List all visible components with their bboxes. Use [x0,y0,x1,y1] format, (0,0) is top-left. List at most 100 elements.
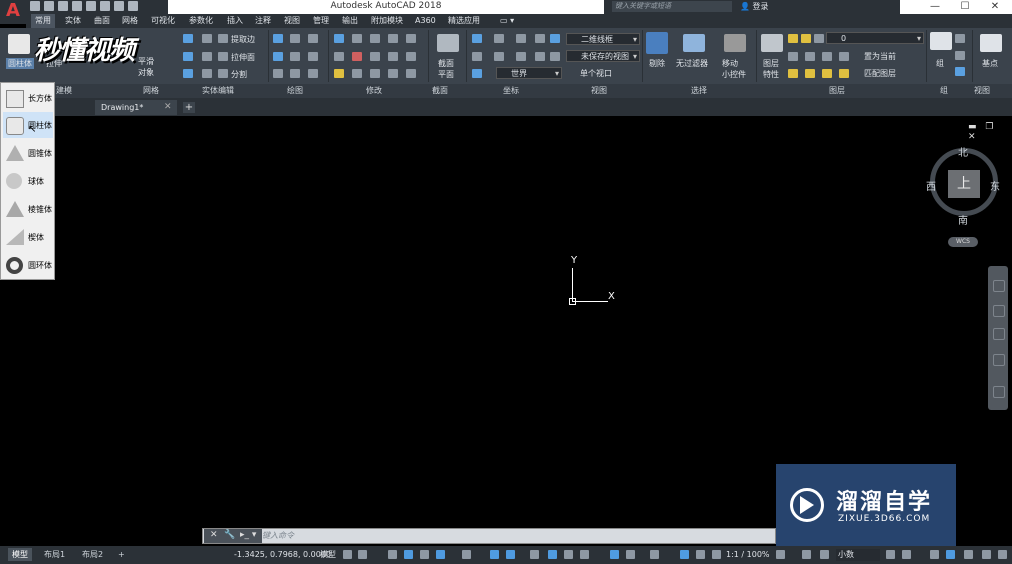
line-icon[interactable] [290,52,300,61]
steering-wheel-icon[interactable] [993,280,1005,292]
ucs-object-icon[interactable] [550,34,560,43]
panel-label-groups[interactable]: 组 [940,84,948,98]
compass-east[interactable]: 东 [990,178,1000,193]
scale-icon[interactable] [352,69,362,78]
ucs-world-icon[interactable] [550,52,560,61]
layer-combo[interactable]: 0 [826,32,924,44]
layer-walk-icon[interactable] [822,52,832,61]
ucs-view-icon[interactable] [535,34,545,43]
redo-icon[interactable] [114,1,124,11]
coordinates-readout[interactable]: -1.3425, 0.7968, 0.0000 [234,549,331,561]
status-menu-icon[interactable] [998,550,1007,559]
customize-qat-icon[interactable] [128,1,138,11]
compass-north[interactable]: 北 [958,144,968,159]
align-icon[interactable] [370,69,380,78]
object-snap-tracking-icon[interactable] [490,550,499,559]
fillet-icon[interactable] [388,34,398,43]
spline-icon[interactable] [273,52,283,61]
model-space-button[interactable]: 模型 [320,549,336,561]
isodraft-icon[interactable] [462,550,471,559]
interfere-icon[interactable] [183,69,193,78]
ucs-x-icon[interactable] [472,52,482,61]
no-filter-button[interactable]: 无过滤器 [676,58,708,69]
auto-scale-icon[interactable] [696,550,705,559]
polar-icon[interactable] [436,550,445,559]
grid-icon[interactable] [343,550,352,559]
ucs-3point-icon[interactable] [494,34,504,43]
plot-icon[interactable] [86,1,96,11]
ucs-face-icon[interactable] [516,34,526,43]
lock-ui-icon[interactable] [902,550,911,559]
culling-button[interactable]: 剔除 [649,58,665,69]
mirror-icon[interactable] [352,52,362,61]
circle-icon[interactable] [290,34,300,43]
new-icon[interactable] [30,1,40,11]
recent-commands-icon[interactable]: ▸_ ▾ [240,530,256,540]
infer-icon[interactable] [388,550,397,559]
tab-addins[interactable]: 附加模块 [371,14,403,28]
primitive-split-button[interactable]: 圆柱体 [6,58,34,69]
visual-style-combo[interactable]: 二维线框 [566,33,640,45]
zoom-icon[interactable] [993,328,1005,340]
extrude-face-button[interactable]: 拉伸面 [231,52,255,63]
add-layout-button[interactable]: + [114,548,129,561]
pan-icon[interactable] [993,305,1005,317]
slice-icon[interactable] [202,69,212,78]
ungroup-icon[interactable] [955,34,965,43]
minimize-button[interactable]: — [920,0,950,14]
tab-a360[interactable]: A360 [415,14,436,28]
ribbon-toggle-icon[interactable]: ▭ ▾ [500,14,514,28]
search-input[interactable]: 键入关键字或短语 [612,1,732,12]
move-icon[interactable] [334,34,344,43]
annotation-scale-icon[interactable] [712,550,721,559]
ucs-z-icon[interactable] [516,52,526,61]
erase-icon[interactable] [406,52,416,61]
panel-label-view-2[interactable]: 视图 [974,84,990,98]
group-select-icon[interactable] [955,67,965,76]
layout-tab-model[interactable]: 模型 [8,548,32,561]
layer-on-icon[interactable] [788,34,798,43]
compass-west[interactable]: 西 [926,178,936,193]
layer-unlock-icon[interactable] [822,69,832,78]
tab-insert[interactable]: 插入 [227,14,243,28]
app-menu-button[interactable]: A [0,0,26,24]
layer-iso-icon[interactable] [788,52,798,61]
copy-icon[interactable] [334,52,344,61]
tab-visualize[interactable]: 可视化 [151,14,175,28]
panel-label-layers[interactable]: 图层 [829,84,845,98]
login-button[interactable]: 👤 登录 [740,0,769,14]
ucs-origin-icon[interactable] [535,52,545,61]
close-cmd-icon[interactable]: ✕ [210,530,218,540]
close-button[interactable]: ✕ [980,0,1010,14]
smooth-object-button[interactable]: 平滑 对象 [138,56,154,78]
close-tab-icon[interactable]: ✕ [164,100,172,115]
panel-label-section[interactable]: 截面 [432,84,448,98]
layer-off-icon[interactable] [805,52,815,61]
menu-item-wedge[interactable]: 楔体 [3,224,53,250]
group-edit-icon[interactable] [955,51,965,60]
units-combo[interactable]: 小数 [836,549,880,561]
quick-properties-icon[interactable] [886,550,895,559]
array-icon[interactable] [406,34,416,43]
culling-icon[interactable] [646,32,668,54]
viewport-window-controls[interactable]: ▬ ❐ ✕ [968,122,1012,142]
ucs-y-icon[interactable] [494,52,504,61]
open-icon[interactable] [44,1,54,11]
named-view-combo[interactable]: 未保存的视图 [566,50,640,62]
restore-button[interactable]: ☐ [950,0,980,14]
trim-icon[interactable] [370,34,380,43]
layer-thaw-icon[interactable] [805,69,815,78]
clean-screen-icon[interactable] [964,550,973,559]
offset-icon[interactable] [370,52,380,61]
single-viewport-button[interactable]: 单个视口 [580,68,612,79]
rectangle-icon[interactable] [290,69,300,78]
tab-parametric[interactable]: 参数化 [189,14,213,28]
ucs-combo[interactable]: 世界 [496,67,562,79]
save-icon[interactable] [58,1,68,11]
rotate-icon[interactable] [352,34,362,43]
polyline-icon[interactable] [273,34,283,43]
panel-label-mesh[interactable]: 网格 [143,84,159,98]
set-current-button[interactable]: 置为当前 [864,51,896,62]
selection-filter-icon[interactable] [626,550,635,559]
selection-cycling-icon[interactable] [564,550,573,559]
